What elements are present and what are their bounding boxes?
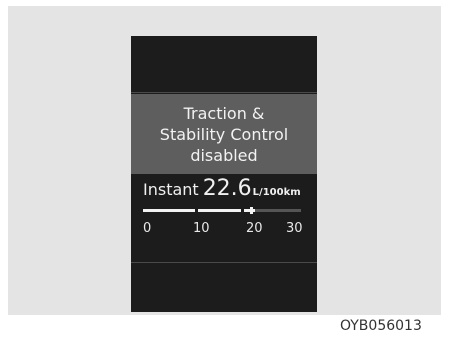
bar-separator <box>241 209 244 212</box>
fuel-economy-bar: 0 10 20 30 <box>143 207 311 239</box>
scale-tick-20: 20 <box>246 221 263 236</box>
bar-separator <box>195 209 198 212</box>
bar-fill <box>143 209 255 212</box>
popup-line-3: disabled <box>190 145 258 165</box>
divider-line <box>131 262 317 263</box>
scale-tick-0: 0 <box>143 221 152 236</box>
cluster-display: Traction & Stability Control disabled In… <box>131 36 317 312</box>
scale-tick-30: 30 <box>286 221 303 236</box>
bar-level-marker <box>250 207 253 214</box>
figure-code: OYB056013 <box>340 318 422 334</box>
instant-label: Instant <box>143 180 199 199</box>
instant-value: 22.6 <box>202 176 252 201</box>
instant-unit: L/100km <box>252 187 301 198</box>
scale-tick-10: 10 <box>193 221 210 236</box>
instant-fuel-readout: Instant 22.6L/100km <box>143 176 301 201</box>
traction-warning-popup: Traction & Stability Control disabled <box>131 94 317 174</box>
divider-line <box>131 92 317 93</box>
popup-line-1: Traction & <box>183 103 265 123</box>
popup-line-2: Stability Control <box>159 124 289 144</box>
